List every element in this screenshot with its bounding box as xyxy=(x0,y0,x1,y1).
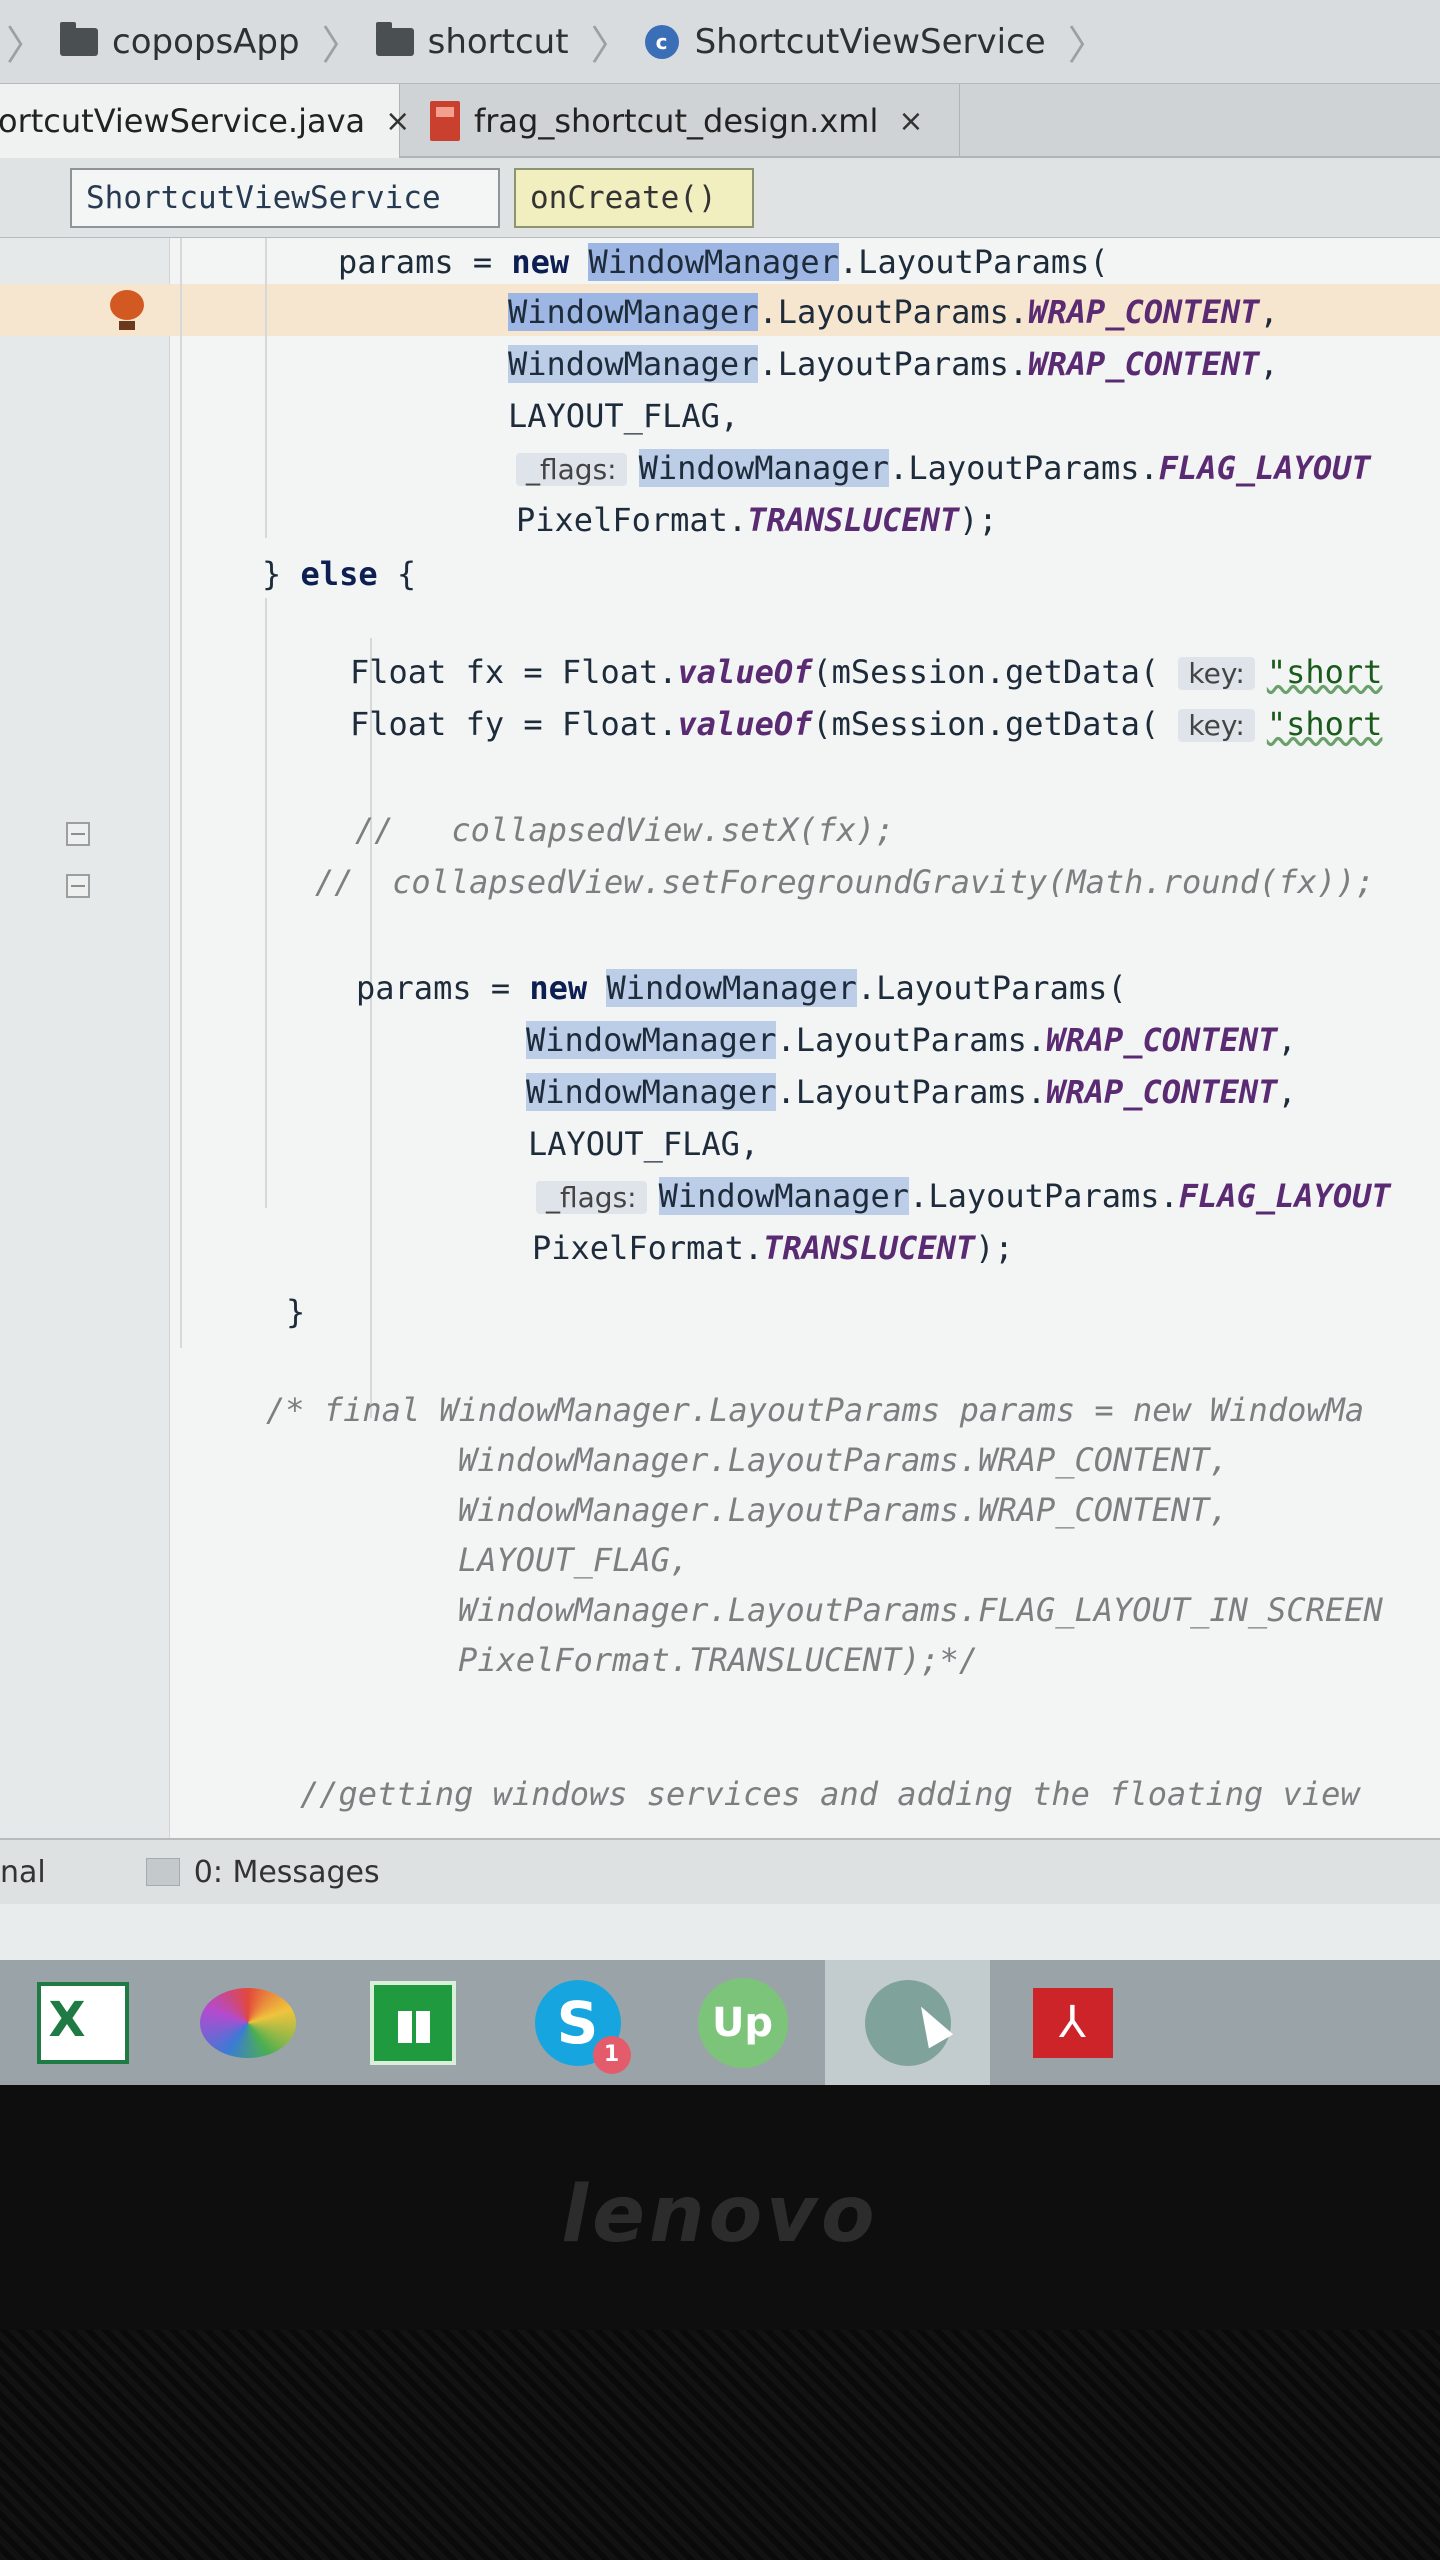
code-comment: PixelFormat.TRANSLUCENT);*/ xyxy=(458,1641,979,1679)
structure-method-button[interactable]: onCreate() xyxy=(514,168,754,228)
upwork-icon: Up xyxy=(697,1977,788,2068)
code-comment: WindowManager.LayoutParams.WRAP_CONTENT, xyxy=(458,1441,1229,1479)
code-comment: // collapsedView.setX(fx); xyxy=(355,811,895,849)
tab-frag-shortcut-design[interactable]: frag_shortcut_design.xml × xyxy=(400,84,960,158)
notification-badge: 1 xyxy=(592,2035,631,2074)
xml-file-icon xyxy=(430,101,460,141)
lightbulb-icon[interactable] xyxy=(108,290,146,330)
navigation-bar: 〉 copopsApp 〉 shortcut 〉 c ShortcutViewS… xyxy=(0,0,1440,84)
indent-guide xyxy=(265,598,267,1208)
code-line: WindowManager.LayoutParams.WRAP_CONTENT, xyxy=(526,1073,1297,1111)
chevron-right-icon: 〉 xyxy=(321,22,362,69)
tool-label: nal xyxy=(0,1854,46,1890)
taskbar-excel[interactable] xyxy=(0,1960,165,2085)
pdf-icon: ⅄ xyxy=(1032,1987,1113,2058)
taskbar-paint[interactable] xyxy=(165,1960,330,2085)
fold-collapse-icon[interactable] xyxy=(66,822,90,846)
code-line: PixelFormat.TRANSLUCENT); xyxy=(516,501,998,539)
code-line: _flags: WindowManager.LayoutParams.FLAG_L… xyxy=(536,1174,1391,1222)
code-line: WindowManager.LayoutParams.WRAP_CONTENT, xyxy=(508,293,1279,331)
code-comment: //getting windows services and adding th… xyxy=(300,1775,1360,1813)
tab-label: ortcutViewService.java xyxy=(0,102,366,140)
tab-label: frag_shortcut_design.xml xyxy=(474,102,879,140)
parameter-hint: _flags: xyxy=(516,453,627,486)
bottom-tool-bar: nal 0: Messages xyxy=(0,1838,1440,1904)
code-comment: LAYOUT_FLAG, xyxy=(458,1541,690,1579)
breadcrumb-label: ShortcutViewService xyxy=(694,21,1046,62)
close-icon[interactable]: × xyxy=(898,104,923,139)
fold-collapse-icon[interactable] xyxy=(66,874,90,898)
code-line: WindowManager.LayoutParams.WRAP_CONTENT, xyxy=(526,1021,1297,1059)
folder-icon xyxy=(60,21,98,56)
folder-icon xyxy=(375,21,414,56)
messages-tool-button[interactable]: 0: Messages xyxy=(145,1854,380,1890)
brand-logo: lenovo xyxy=(561,2170,879,2260)
structure-class-button[interactable]: ShortcutViewService xyxy=(70,168,500,228)
breadcrumb-label: copopsApp xyxy=(112,21,300,62)
breadcrumb-label: shortcut xyxy=(427,21,569,62)
taskbar-android-studio[interactable] xyxy=(825,1960,990,2085)
class-icon: c xyxy=(644,24,679,59)
store-icon xyxy=(369,1980,456,2065)
code-comment: /* final WindowManager.LayoutParams para… xyxy=(266,1391,1365,1429)
taskbar-skype[interactable]: S1 xyxy=(495,1960,660,2085)
excel-icon xyxy=(36,1981,129,2064)
code-line: params = new WindowManager.LayoutParams( xyxy=(338,243,1109,281)
taskbar-acrobat[interactable]: ⅄ xyxy=(990,1960,1155,2085)
code-line: } xyxy=(286,1293,306,1331)
code-line: params = new WindowManager.LayoutParams( xyxy=(356,969,1127,1007)
code-line: LAYOUT_FLAG, xyxy=(508,397,740,435)
code-line: _flags: WindowManager.LayoutParams.FLAG_L… xyxy=(516,446,1371,494)
skype-icon: S1 xyxy=(534,1979,631,2074)
chevron-right-icon: 〉 xyxy=(1067,22,1108,69)
code-line: Float fy = Float.valueOf(mSession.getDat… xyxy=(350,705,1383,743)
messages-icon xyxy=(145,1858,180,1886)
code-line: WindowManager.LayoutParams.WRAP_CONTENT, xyxy=(508,345,1279,383)
indent-guide xyxy=(370,638,372,1418)
parameter-hint: _flags: xyxy=(536,1181,647,1214)
indent-guide xyxy=(180,238,182,1348)
chevron-right-icon: 〉 xyxy=(6,22,46,69)
monitor-screen: 〉 copopsApp 〉 shortcut 〉 c ShortcutViewS… xyxy=(0,0,1440,2085)
code-line: } else { xyxy=(262,555,417,593)
speaker-grille xyxy=(0,2330,1440,2560)
editor-tabs: ortcutViewService.java × frag_shortcut_d… xyxy=(0,84,1440,158)
tab-shortcut-view-service[interactable]: ortcutViewService.java × xyxy=(0,84,410,158)
breadcrumb-class[interactable]: c ShortcutViewService xyxy=(633,7,1068,77)
parameter-hint: key: xyxy=(1178,709,1255,742)
code-line: PixelFormat.TRANSLUCENT); xyxy=(532,1229,1014,1267)
editor-gutter xyxy=(0,238,170,1838)
breadcrumb-package[interactable]: shortcut xyxy=(364,7,591,77)
paint-icon xyxy=(199,1987,296,2058)
indent-guide xyxy=(265,238,267,538)
chevron-right-icon: 〉 xyxy=(590,22,631,69)
terminal-tool-button[interactable]: nal xyxy=(0,1855,46,1890)
code-line: Float fx = Float.valueOf(mSession.getDat… xyxy=(350,653,1383,691)
windows-taskbar: S1 Up ⅄ xyxy=(0,1960,1440,2085)
code-comment: // collapsedView.setForegroundGravity(Ma… xyxy=(315,863,1375,901)
code-editor[interactable]: params = new WindowManager.LayoutParams(… xyxy=(0,238,1440,1838)
tool-label: 0: Messages xyxy=(193,1854,380,1890)
code-comment: WindowManager.LayoutParams.FLAG_LAYOUT_I… xyxy=(458,1591,1383,1629)
code-comment: WindowManager.LayoutParams.WRAP_CONTENT, xyxy=(458,1491,1229,1529)
breadcrumb-project[interactable]: copopsApp xyxy=(48,7,322,77)
code-line: LAYOUT_FLAG, xyxy=(528,1125,760,1163)
taskbar-store[interactable] xyxy=(330,1960,495,2085)
taskbar-upwork[interactable]: Up xyxy=(660,1960,825,2085)
parameter-hint: key: xyxy=(1178,657,1255,690)
structure-breadcrumb: ShortcutViewService onCreate() xyxy=(0,158,1440,238)
